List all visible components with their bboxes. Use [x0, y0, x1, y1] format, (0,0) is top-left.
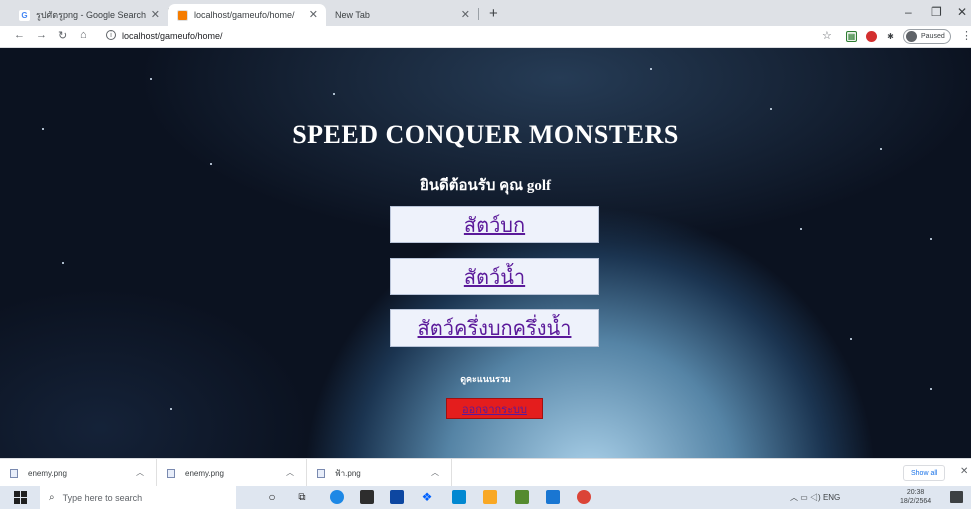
cortana-icon[interactable]: ○ — [265, 490, 279, 504]
app-icon[interactable] — [390, 490, 404, 504]
download-shelf: enemy.png ︿ enemy.png ︿ ฟ้า.png ︿ Show a… — [0, 458, 971, 487]
volume-icon[interactable]: ◁) — [810, 493, 821, 502]
close-tab-icon[interactable]: ✕ — [309, 8, 318, 21]
tab-title: localhost/gameufo/home/ — [194, 10, 295, 20]
reload-icon[interactable]: ↻ — [58, 29, 67, 42]
profile-status-label: Paused — [921, 33, 945, 40]
back-arrow-icon[interactable]: ← — [14, 29, 25, 41]
image-file-icon — [10, 468, 18, 478]
chrome-icon[interactable] — [577, 490, 591, 504]
tab-google-search[interactable]: G รูปศัตรูpng - Google Search ✕ — [10, 4, 168, 26]
star — [930, 238, 932, 240]
star — [850, 338, 852, 340]
avatar — [906, 31, 917, 42]
windows-taskbar: ⌕ Type here to search ○ ⧉ ❖ ︿ ▭ ◁) ENG 2… — [0, 486, 971, 509]
tab-localhost-home[interactable]: localhost/gameufo/home/ ✕ — [168, 4, 326, 26]
language-indicator[interactable]: ENG — [823, 493, 840, 502]
logout-button[interactable]: ออกจากระบบ — [446, 398, 543, 419]
download-filename: enemy.png — [28, 468, 67, 478]
search-placeholder: Type here to search — [62, 492, 143, 503]
welcome-message: ยินดีต้อนรับ คุณ golf — [420, 178, 551, 194]
logout-link[interactable]: ออกจากระบบ — [462, 400, 527, 418]
edge-icon[interactable] — [330, 490, 344, 504]
address-bar[interactable]: localhost/gameufo/home/ — [122, 31, 223, 41]
star — [333, 93, 335, 95]
star — [150, 78, 152, 80]
clock[interactable]: 20:38 18/2/2564 — [900, 488, 931, 506]
system-tray: ︿ ▭ ◁) ENG — [790, 492, 840, 503]
star — [170, 408, 172, 410]
extension-opera-icon[interactable] — [866, 31, 877, 42]
water-animals-link[interactable]: สัตว์น้ำ — [464, 261, 525, 293]
chevron-up-icon[interactable]: ︿ — [790, 493, 798, 502]
browser-toolbar: ← → ↻ ⌂ i localhost/gameufo/home/ ☆ ▦ ✱ … — [0, 26, 971, 48]
notification-icon[interactable] — [950, 491, 963, 503]
extension-sheets-icon[interactable]: ▦ — [846, 31, 857, 42]
close-tab-icon[interactable]: ✕ — [151, 8, 160, 21]
tab-strip: G รูปศัตรูpng - Google Search ✕ localhos… — [0, 0, 971, 26]
taskbar-search-box[interactable]: ⌕ Type here to search — [40, 486, 236, 509]
amphibians-link[interactable]: สัตว์ครึ่งบกครึ่งน้ำ — [418, 312, 572, 344]
home-icon[interactable]: ⌂ — [80, 29, 87, 41]
minimize-button[interactable]: – — [905, 5, 912, 19]
download-item[interactable]: ฟ้า.png ︿ — [307, 459, 452, 487]
store-icon[interactable] — [360, 490, 374, 504]
site-favicon-icon — [177, 9, 188, 21]
page-title: SPEED CONQUER MONSTERS — [292, 120, 679, 149]
mail-icon[interactable] — [452, 490, 466, 504]
tab-title: New Tab — [335, 10, 370, 20]
download-item[interactable]: enemy.png ︿ — [157, 459, 307, 487]
new-tab-button[interactable]: + — [489, 5, 498, 22]
task-view-icon[interactable]: ⧉ — [295, 490, 309, 504]
search-icon: ⌕ — [49, 492, 55, 503]
image-file-icon — [167, 468, 175, 478]
windows-start-icon[interactable] — [14, 491, 27, 504]
extensions-puzzle-icon[interactable]: ✱ — [885, 31, 896, 42]
profile-paused-button[interactable]: Paused — [903, 29, 951, 44]
star — [650, 68, 652, 70]
star — [770, 108, 772, 110]
maximize-button[interactable]: ❐ — [931, 5, 942, 19]
game-home-page: SPEED CONQUER MONSTERS ยินดีต้อนรับ คุณ … — [0, 48, 971, 458]
download-filename: enemy.png — [185, 468, 224, 478]
menu-item-water-animals[interactable]: สัตว์น้ำ — [390, 258, 599, 295]
star — [930, 388, 932, 390]
google-icon: G — [19, 9, 30, 21]
menu-item-land-animals[interactable]: สัตว์บก — [390, 206, 599, 243]
menu-kebab-icon[interactable]: ⋮ — [961, 29, 971, 42]
image-file-icon — [317, 468, 325, 478]
tab-title: รูปศัตรูpng - Google Search — [36, 10, 146, 20]
menu-item-amphibians[interactable]: สัตว์ครึ่งบกครึ่งน้ำ — [390, 309, 599, 347]
tab-divider — [478, 8, 479, 20]
show-all-downloads-button[interactable]: Show all — [903, 465, 946, 481]
download-item[interactable]: enemy.png ︿ — [0, 459, 157, 487]
star — [800, 228, 802, 230]
chevron-up-icon[interactable]: ︿ — [431, 467, 439, 478]
close-tab-icon[interactable]: ✕ — [461, 8, 470, 21]
star — [62, 262, 64, 264]
chevron-up-icon[interactable]: ︿ — [286, 467, 294, 478]
download-filename: ฟ้า.png — [335, 468, 361, 478]
chevron-up-icon[interactable]: ︿ — [136, 467, 144, 478]
dropbox-icon[interactable]: ❖ — [420, 490, 434, 504]
tab-new-tab[interactable]: New Tab ✕ — [326, 4, 478, 26]
close-download-shelf-button[interactable]: ✕ — [960, 466, 968, 477]
site-info-icon[interactable]: i — [106, 30, 116, 40]
app-icon[interactable] — [546, 490, 560, 504]
clock-date: 18/2/2564 — [900, 498, 932, 505]
file-explorer-icon[interactable] — [483, 490, 497, 504]
land-animals-link[interactable]: สัตว์บก — [464, 209, 525, 241]
forward-arrow-icon[interactable]: → — [36, 29, 47, 41]
bookmark-star-icon[interactable]: ☆ — [822, 29, 832, 42]
network-icon[interactable]: ▭ — [800, 493, 808, 502]
star — [210, 163, 212, 165]
view-scores-link[interactable]: ดูคะแนนรวม — [0, 372, 971, 386]
close-window-button[interactable]: ✕ — [957, 5, 967, 19]
app-icon[interactable] — [515, 490, 529, 504]
clock-time: 20:38 — [906, 489, 925, 496]
